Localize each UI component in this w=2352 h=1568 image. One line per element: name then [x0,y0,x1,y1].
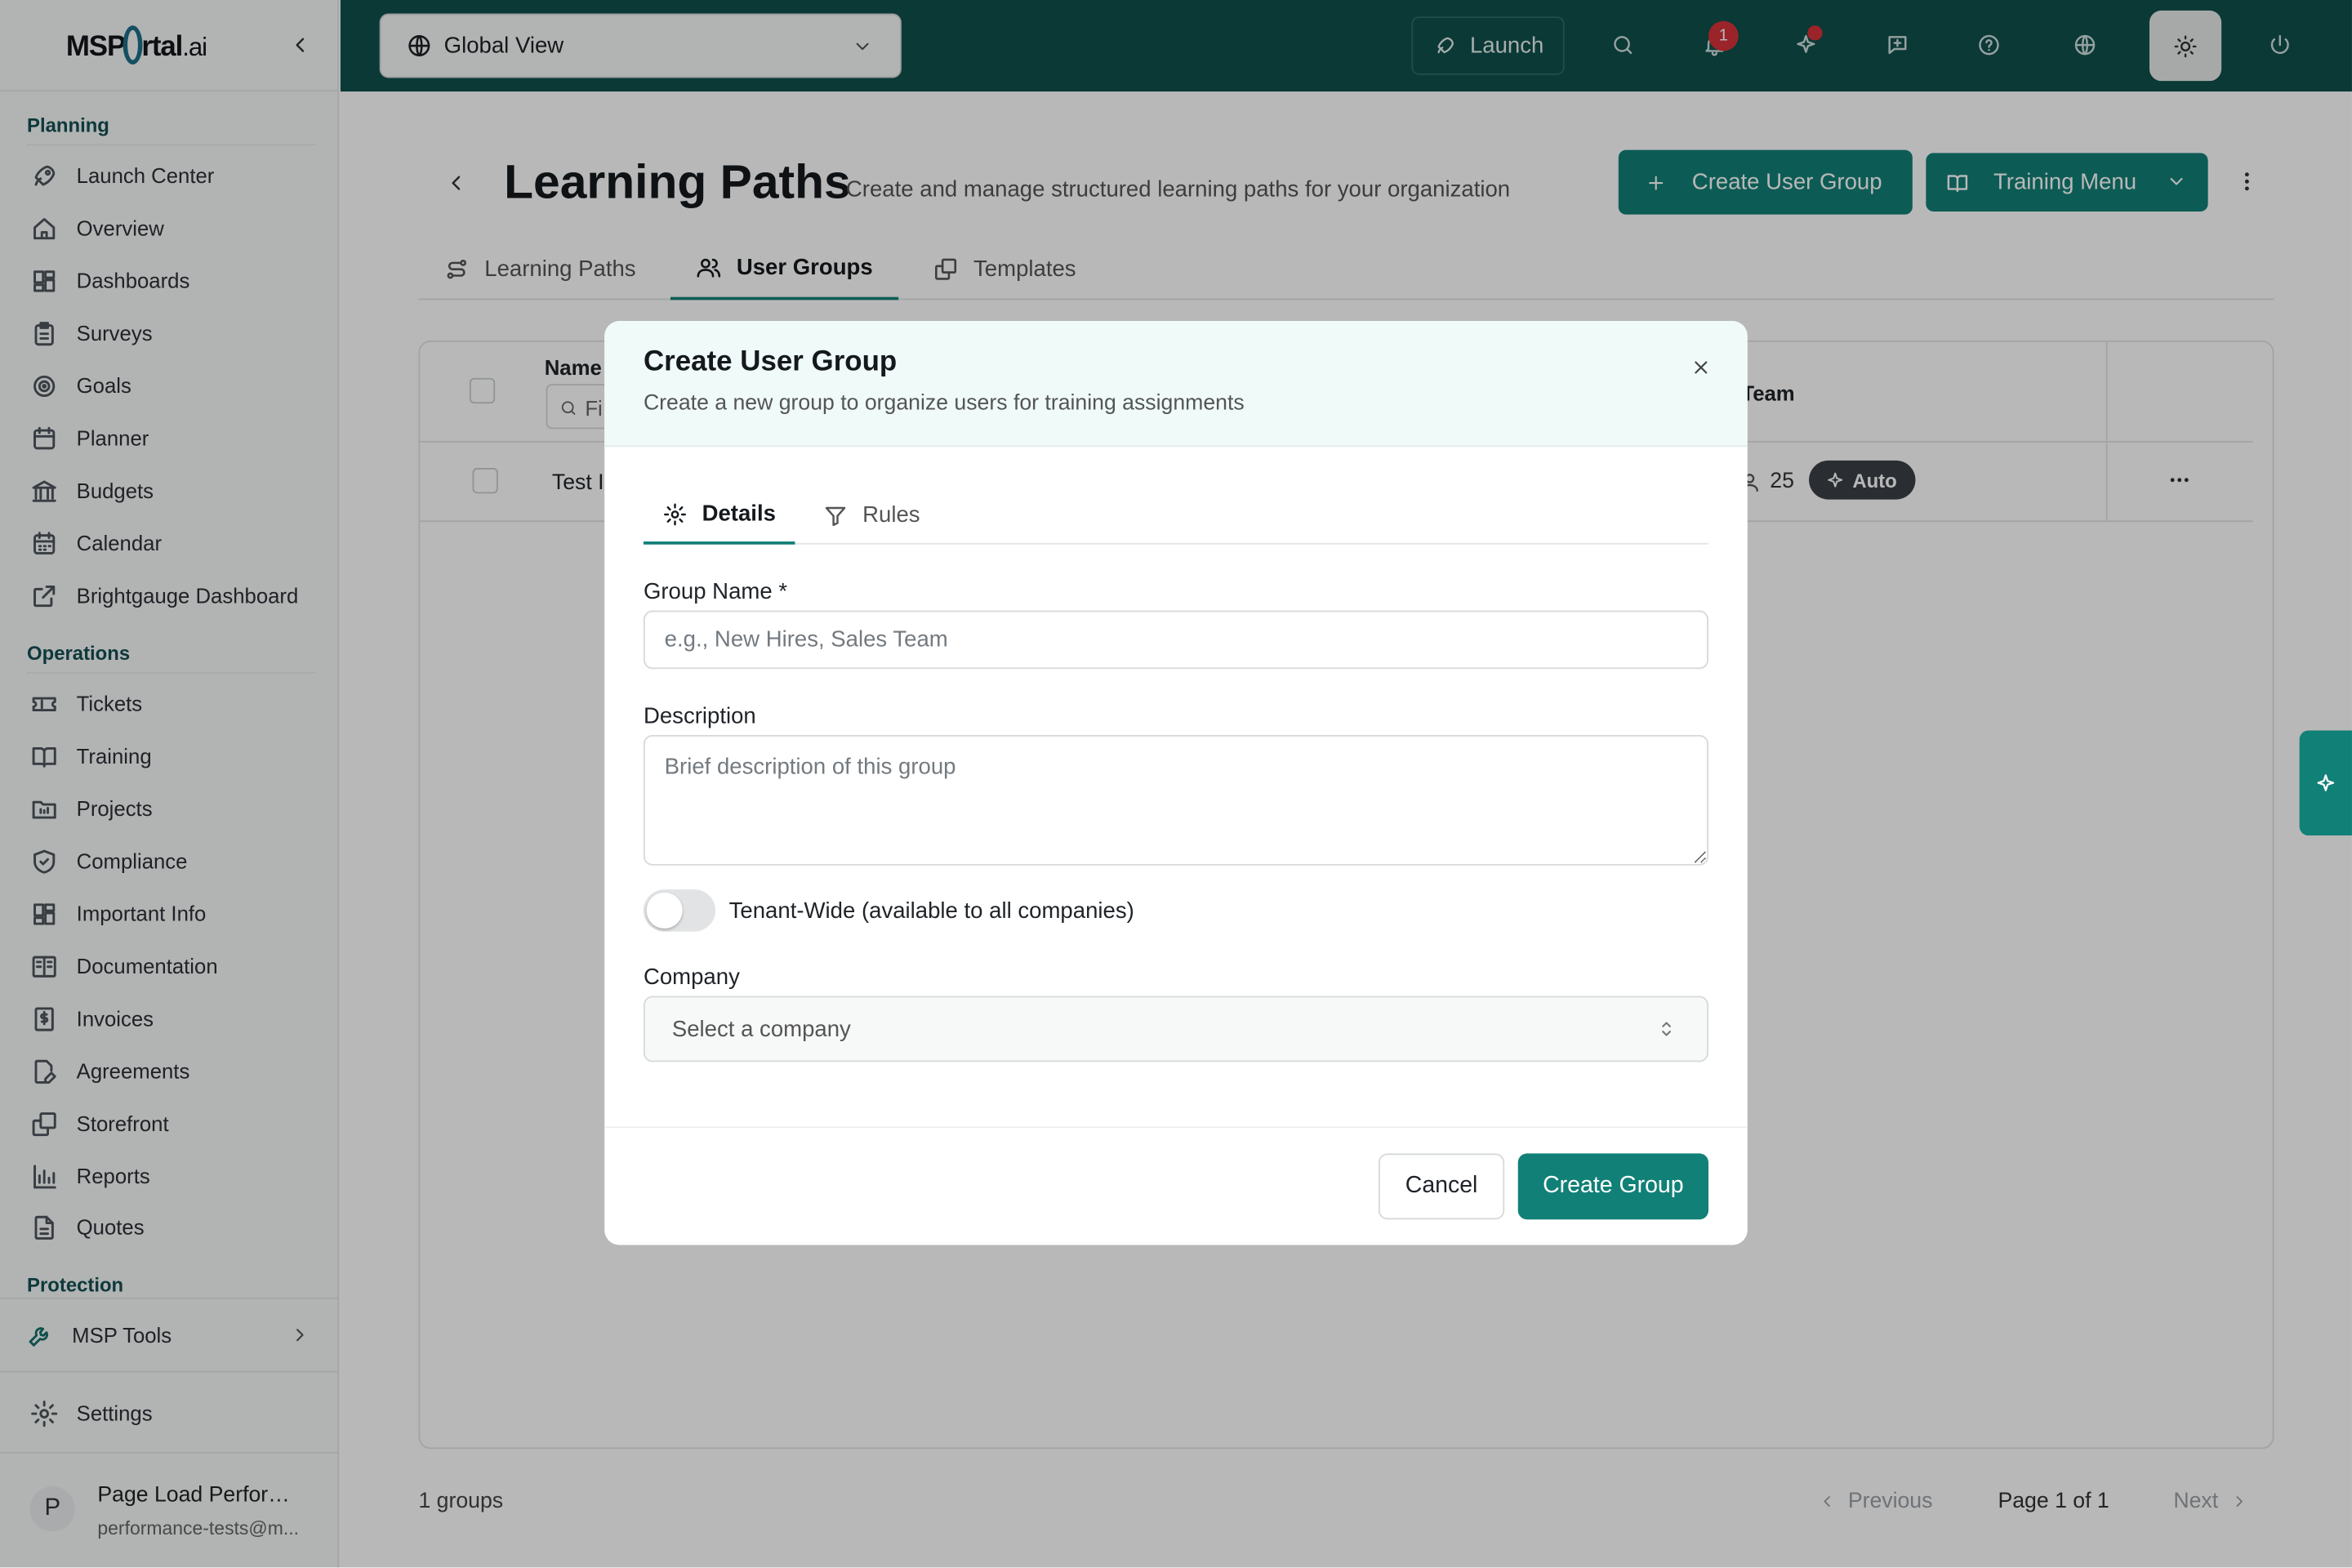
dialog-header: Create User Group Create a new group to … [604,321,1748,448]
tab-label: Details [702,501,776,527]
gear-icon [663,501,687,525]
sparkle-icon [2314,772,2337,795]
company-label: Company [643,964,740,991]
tenant-wide-label: Tenant-Wide (available to all companies) [728,898,1134,924]
dialog-subtitle: Create a new group to organize users for… [643,391,1245,416]
create-group-button[interactable]: Create Group [1517,1153,1709,1220]
group-name-input[interactable] [643,610,1709,670]
assistant-side-tab[interactable] [2299,730,2352,836]
dialog-footer-divider [604,1126,1748,1129]
dialog-title: Create User Group [643,346,898,378]
description-label: Description [643,703,756,729]
create-user-group-dialog: Create User Group Create a new group to … [604,321,1748,1245]
description-textarea[interactable] [643,734,1709,866]
close-icon[interactable] [1690,357,1712,378]
dialog-tabs: Details Rules [643,492,1709,545]
company-select[interactable]: Select a company [643,996,1709,1062]
company-select-value: Select a company [671,1016,851,1042]
cancel-button[interactable]: Cancel [1378,1153,1505,1220]
filter-icon [823,503,847,527]
tab-label: Rules [862,502,920,528]
tab-rules[interactable]: Rules [823,492,920,544]
tab-details[interactable]: Details [643,492,795,545]
chevrons-up-down-icon [1656,1018,1677,1040]
app-root: MSP rtal.ai Planning Launch Center Overvi… [0,0,2352,1568]
tenant-wide-toggle[interactable] [643,889,716,932]
group-name-label: Group Name * [643,578,788,605]
toggle-knob [646,892,683,929]
